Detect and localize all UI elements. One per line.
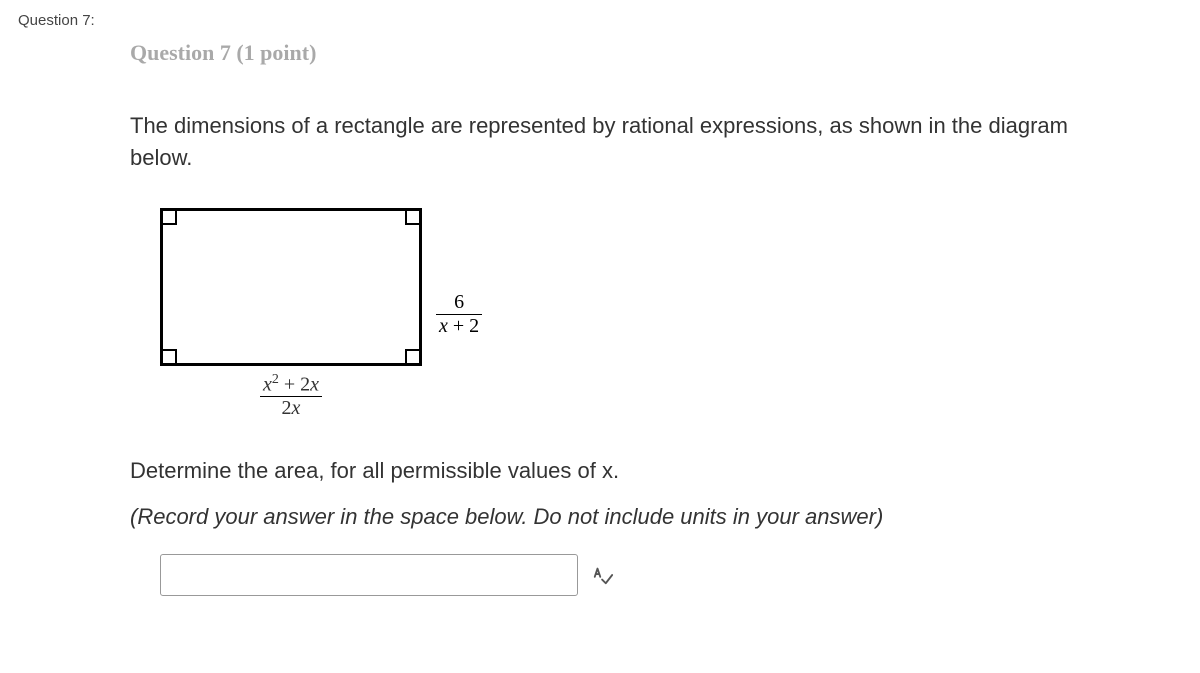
corner-marker-tl xyxy=(161,209,177,225)
rectangle-diagram: x2 + 2x 2x 6 x + 2 xyxy=(160,208,1090,421)
corner-marker-br xyxy=(405,349,421,365)
corner-marker-tr xyxy=(405,209,421,225)
question-content: The dimensions of a rectangle are repres… xyxy=(130,110,1090,596)
height-label: 6 x + 2 xyxy=(436,291,482,338)
note-text: (Record your answer in the space below. … xyxy=(130,504,1090,530)
answer-row xyxy=(160,554,1090,596)
prompt-text: The dimensions of a rectangle are repres… xyxy=(130,110,1090,174)
width-label: x2 + 2x 2x xyxy=(260,372,322,421)
spellcheck-icon[interactable] xyxy=(592,564,614,586)
corner-marker-bl xyxy=(161,349,177,365)
question-number-label: Question 7: xyxy=(18,12,95,29)
answer-input[interactable] xyxy=(160,554,578,596)
rectangle-shape xyxy=(160,208,422,366)
cutoff-header: Question 7 (1 point) xyxy=(130,40,316,66)
instruction-text: Determine the area, for all permissible … xyxy=(130,458,1090,484)
